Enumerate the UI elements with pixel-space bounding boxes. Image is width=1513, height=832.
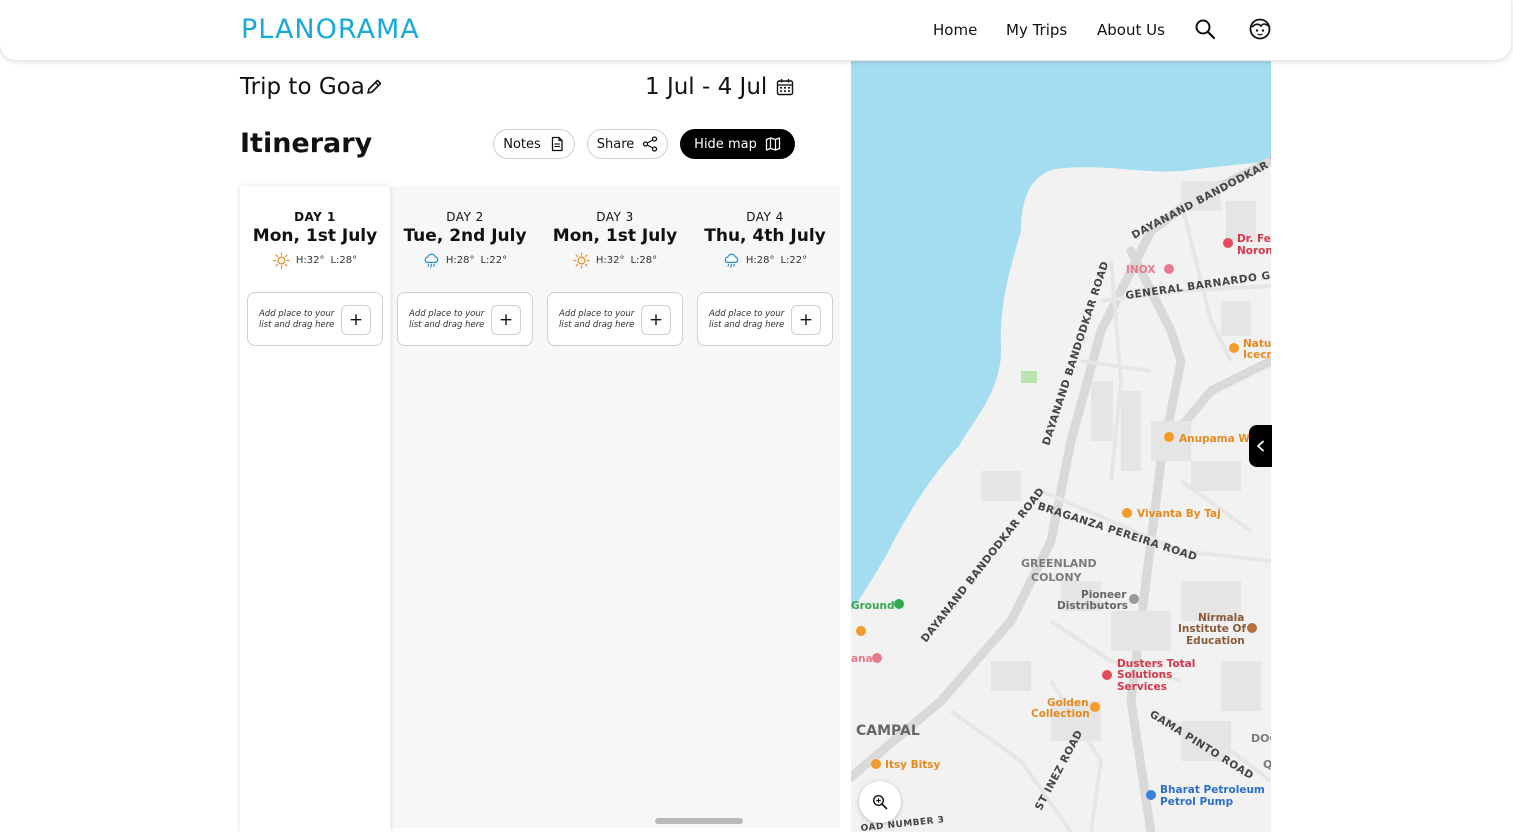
place-label: Distributors (1057, 600, 1128, 612)
place-label: Education (1186, 635, 1245, 647)
add-place-card: Add place to your list and drag here + (247, 292, 383, 346)
day-column-4[interactable]: DAY 4 Thu, 4th July H:28° L:22° Add plac… (690, 186, 840, 832)
add-place-card: Add place to your list and drag here + (397, 292, 533, 346)
day-column-2[interactable]: DAY 2 Tue, 2nd July H:28° L:22° Add plac… (390, 186, 540, 832)
weather-summary: H:32° L:28° (540, 252, 690, 269)
notes-button[interactable]: Notes (493, 129, 575, 159)
day-date: Thu, 4th July (704, 226, 826, 246)
add-place-card: Add place to your list and drag here + (697, 292, 833, 346)
add-place-hint: Add place to your list and drag here (259, 309, 335, 330)
share-button[interactable]: Share (587, 129, 668, 159)
temp-low: L:28° (630, 255, 658, 266)
nav-home-link[interactable]: Home (933, 21, 977, 39)
collapse-map-button[interactable] (1249, 425, 1272, 467)
share-button-label: Share (596, 136, 635, 152)
weather-summary: H:32° L:28° (240, 252, 390, 269)
river-water (851, 61, 1271, 611)
rain-cloud-icon (424, 253, 439, 268)
hide-map-button[interactable]: Hide map (680, 129, 795, 159)
temp-high: H:28° (745, 255, 775, 266)
trip-title: Trip to Goa (240, 74, 365, 100)
nav-my-trips-link[interactable]: My Trips (1006, 21, 1067, 39)
place-label: Icecr (1243, 349, 1271, 361)
profile-avatar-icon[interactable] (1249, 18, 1271, 40)
day-date: Mon, 1st July (252, 226, 378, 246)
place-label: Anupama W (1179, 433, 1250, 445)
day-column-3[interactable]: DAY 3 Mon, 1st July H:32° L:28° Add plac… (540, 186, 690, 832)
temp-high: H:28° (445, 255, 475, 266)
top-navbar: PLANORAMA Home My Trips About Us (0, 0, 1511, 60)
place-label: Dr. Fe (1237, 233, 1271, 245)
day-date: Tue, 2nd July (403, 226, 527, 246)
day-column-1[interactable]: DAY 1 Mon, 1st July H:32° L:28° Add plac… (240, 186, 390, 832)
place-label: Solutions (1117, 669, 1172, 681)
add-place-button[interactable]: + (491, 305, 521, 335)
area-label: CAMPAL (856, 723, 920, 739)
place-label: Bharat Petroleum (1160, 784, 1265, 796)
weather-summary: H:28° L:22° (390, 252, 540, 269)
add-place-hint: Add place to your list and drag here (409, 309, 485, 330)
map-canvas: DAYANAND BANDODKAR RO DAYANAND BANDODKAR… (851, 61, 1271, 832)
place-label: Vivanta By Taj (1137, 508, 1221, 520)
logo[interactable]: PLANORAMA (241, 14, 420, 45)
place-label: Collection (1031, 708, 1090, 720)
temp-low: L:22° (480, 255, 508, 266)
sun-icon (573, 252, 590, 269)
temp-low: L:22° (780, 255, 808, 266)
place-label: INOX (1126, 264, 1155, 276)
day-label: DAY 4 (746, 210, 784, 224)
add-place-button[interactable]: + (341, 305, 371, 335)
trip-date-range[interactable]: 1 Jul - 4 Jul (645, 74, 767, 100)
itinerary-board: DAY 1 Mon, 1st July H:32° L:28° Add plac… (240, 186, 840, 832)
hide-map-button-label: Hide map (694, 136, 757, 152)
place-label: Ground (851, 600, 894, 612)
calendar-icon[interactable] (776, 78, 794, 96)
add-place-button[interactable]: + (791, 305, 821, 335)
temp-high: H:32° (595, 255, 625, 266)
place-label: Itsy Bitsy (885, 759, 941, 771)
sun-icon (273, 252, 290, 269)
share-icon (643, 136, 658, 152)
add-place-hint: Add place to your list and drag here (709, 309, 785, 330)
notes-button-label: Notes (503, 136, 541, 152)
area-label: COLONY (1031, 571, 1083, 584)
edit-pencil-icon[interactable] (365, 78, 383, 96)
document-icon (551, 136, 563, 152)
weather-summary: H:28° L:22° (690, 252, 840, 269)
day-label: DAY 3 (596, 210, 634, 224)
map-panel[interactable]: DAYANAND BANDODKAR RO DAYANAND BANDODKAR… (851, 61, 1271, 832)
place-label: Institute Of (1178, 623, 1246, 635)
add-place-card: Add place to your list and drag here + (547, 292, 683, 346)
horizontal-scrollbar[interactable] (655, 818, 743, 824)
temp-high: H:32° (295, 255, 325, 266)
place-label: Noron (1237, 245, 1271, 257)
itinerary-heading: Itinerary (240, 128, 373, 159)
zoom-in-icon (872, 794, 888, 810)
road-label: GAMA PINTO ROAD (1147, 708, 1255, 782)
place-label: Services (1117, 681, 1167, 693)
day-label: DAY 2 (446, 210, 484, 224)
rain-cloud-icon (724, 253, 739, 268)
temp-low: L:28° (330, 255, 358, 266)
area-label: GREENLAND (1021, 557, 1097, 570)
day-date: Mon, 1st July (552, 226, 678, 246)
nav-about-us-link[interactable]: About Us (1097, 21, 1165, 39)
day-label: DAY 1 (294, 210, 336, 224)
place-label: Petrol Pump (1160, 796, 1234, 808)
area-label: Q (1263, 758, 1271, 771)
place-label: ana (851, 653, 873, 665)
chevron-left-icon (1256, 440, 1264, 452)
search-icon[interactable] (1194, 18, 1216, 40)
area-label: DOC (1251, 732, 1271, 745)
map-icon (765, 137, 780, 151)
map-zoom-button[interactable] (859, 781, 901, 823)
add-place-hint: Add place to your list and drag here (559, 309, 635, 330)
add-place-button[interactable]: + (641, 305, 671, 335)
